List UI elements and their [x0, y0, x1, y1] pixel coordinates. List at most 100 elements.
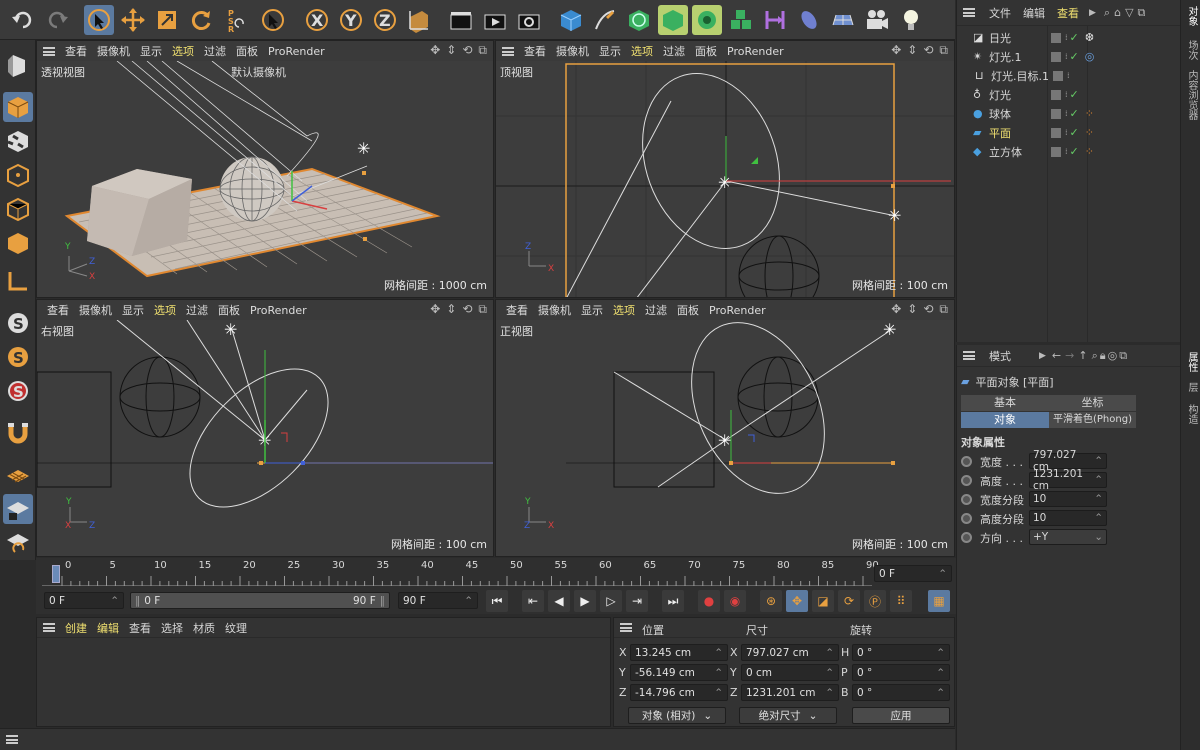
orbit-icon[interactable]: ⟲	[923, 302, 933, 317]
workplane-icon[interactable]	[3, 460, 33, 490]
viewport-menu-view[interactable]: 查看	[506, 302, 528, 318]
end-frame-field[interactable]: 90 F ⌃	[398, 592, 478, 609]
viewport-menu-options[interactable]: 选项	[154, 302, 176, 318]
animate-radio-icon[interactable]	[961, 532, 972, 543]
zoom-icon[interactable]: ⇕	[446, 43, 456, 58]
maximize-icon[interactable]: ⧉	[939, 43, 948, 58]
mograph-icon[interactable]	[726, 5, 756, 35]
size-field[interactable]: 1231.201 cm ⌃	[741, 684, 839, 701]
floor-icon[interactable]	[828, 5, 858, 35]
rotation-field[interactable]: 0 ° ⌃	[852, 664, 950, 681]
viewport-menu-prorender[interactable]: ProRender	[709, 304, 766, 317]
orbit-icon[interactable]: ⟲	[462, 43, 472, 58]
y-axis-icon[interactable]: Y	[336, 5, 366, 35]
lock-icon[interactable]: 🔒︎	[1100, 349, 1106, 363]
autokey-icon[interactable]: ◉	[724, 590, 746, 612]
viewport-menu-cameras[interactable]: 摄像机	[79, 302, 112, 318]
perspective-viewport[interactable]: 查看 摄像机 显示 选项 过滤 面板 ProRender ✥ ⇕ ⟲ ⧉ ✳ Y	[36, 40, 494, 298]
record-icon[interactable]: ●	[698, 590, 720, 612]
enabled-check-icon[interactable]: ✓	[1070, 31, 1079, 44]
viewport-menu-view[interactable]: 查看	[47, 302, 69, 318]
position-field[interactable]: -56.149 cm ⌃	[630, 664, 728, 681]
keyframe-selection-icon[interactable]: ⊛	[760, 590, 782, 612]
light-bulb-icon[interactable]	[896, 5, 926, 35]
front-viewport[interactable]: 查看 摄像机 显示 选项 过滤 面板 ProRender ✥ ⇕ ⟲ ⧉ ✳ ✳ Y …	[495, 299, 955, 557]
redo-icon[interactable]	[42, 5, 72, 35]
object-name[interactable]: 平面	[989, 125, 1047, 141]
goto-prev-key-icon[interactable]: ⇤	[522, 590, 544, 612]
snap-icon[interactable]: S	[3, 308, 33, 338]
size-field[interactable]: 797.027 cm ⌃	[741, 644, 839, 661]
viewport-menu-options[interactable]: 选项	[172, 43, 194, 59]
texture-mode-icon[interactable]	[3, 126, 33, 156]
object-menu-view[interactable]: 查看	[1057, 5, 1079, 21]
visibility-dots-icon[interactable]: ⁞	[1065, 109, 1068, 118]
back-arrow-icon[interactable]: ←	[1052, 349, 1061, 362]
tab-objects[interactable]: 对象	[1184, 6, 1199, 26]
rotate-icon[interactable]	[186, 5, 216, 35]
viewport-menu-panel[interactable]: 面板	[677, 302, 699, 318]
object-row[interactable]: ♁ 灯光 ⁞ ✓	[957, 85, 1181, 104]
menu-icon[interactable]	[620, 623, 632, 632]
object-row[interactable]: ⊔ 灯光.目标.1 ⁞	[957, 66, 1181, 85]
material-menu-select[interactable]: 选择	[161, 620, 183, 636]
menu-icon[interactable]	[6, 735, 18, 744]
enabled-check-icon[interactable]: ✓	[1070, 107, 1079, 120]
pan-icon[interactable]: ✥	[430, 302, 440, 317]
tab-basic[interactable]: 基本	[961, 395, 1049, 411]
object-row[interactable]: ◆ 立方体 ⁞ ✓ ⁘	[957, 142, 1181, 161]
material-menu-texture[interactable]: 纹理	[225, 620, 247, 636]
viewport-menu-view[interactable]: 查看	[524, 43, 546, 59]
animate-radio-icon[interactable]	[961, 456, 972, 467]
goto-start-icon[interactable]: ⏮	[486, 590, 508, 612]
play-icon[interactable]: ▶	[574, 590, 596, 612]
tab-layers[interactable]: 层	[1184, 382, 1199, 392]
maximize-icon[interactable]: ⧉	[478, 302, 487, 317]
viewport-menu-panel[interactable]: 面板	[695, 43, 717, 59]
current-frame-field[interactable]: 0 F ⌃	[874, 565, 952, 582]
viewport-menu-prorender[interactable]: ProRender	[250, 304, 307, 317]
menu-icon[interactable]	[43, 46, 55, 56]
viewport-menu-options[interactable]: 选项	[613, 302, 635, 318]
cloner-icon[interactable]	[692, 5, 722, 35]
object-menu-file[interactable]: 文件	[989, 5, 1011, 21]
menu-icon[interactable]	[963, 8, 975, 17]
zoom-icon[interactable]: ⇕	[907, 302, 917, 317]
locked-workplane-icon[interactable]	[3, 494, 33, 524]
pan-icon[interactable]: ✥	[891, 302, 901, 317]
home-icon[interactable]: ⌂	[1114, 6, 1121, 19]
make-editable-icon[interactable]	[3, 50, 33, 80]
object-name[interactable]: 立方体	[989, 144, 1047, 160]
menu-icon[interactable]	[502, 46, 514, 56]
layer-swatch-icon[interactable]	[1051, 146, 1061, 157]
rotation-field[interactable]: 0 ° ⌃	[852, 644, 950, 661]
visibility-dots-icon[interactable]: ⁞	[1067, 71, 1070, 80]
pen-spline-icon[interactable]	[590, 5, 620, 35]
search-icon[interactable]: ⌕	[1092, 349, 1098, 363]
object-name[interactable]: 日光	[989, 30, 1047, 46]
object-row[interactable]: ◪ 日光 ⁞ ✓ ❆	[957, 28, 1181, 47]
edges-mode-icon[interactable]	[3, 194, 33, 224]
next-frame-icon[interactable]: ▷	[600, 590, 622, 612]
tab-object[interactable]: 对象	[961, 412, 1049, 428]
visibility-dots-icon[interactable]: ⁞	[1065, 147, 1068, 156]
deformer-icon[interactable]	[760, 5, 790, 35]
live-selection-icon[interactable]	[84, 5, 114, 35]
maximize-icon[interactable]: ⧉	[478, 43, 487, 58]
timeline-ruler[interactable]: 0 5 10 15 20 25 30 35 40 45 50 55 60 65 70 75 80 85 90	[42, 560, 879, 586]
viewport-menu-filter[interactable]: 过滤	[645, 302, 667, 318]
playhead[interactable]	[52, 565, 60, 583]
z-axis-icon[interactable]: Z	[370, 5, 400, 35]
viewport-menu-filter[interactable]: 过滤	[186, 302, 208, 318]
filter-icon[interactable]: ▽	[1125, 6, 1133, 19]
attr-mode-menu[interactable]: 模式	[989, 348, 1011, 364]
right-viewport[interactable]: 查看 摄像机 显示 选项 过滤 面板 ProRender ✥ ⇕ ⟲ ⧉ ✳ ✳ Y …	[36, 299, 494, 557]
visibility-dots-icon[interactable]: ⁞	[1065, 128, 1068, 137]
position-field[interactable]: 13.245 cm ⌃	[630, 644, 728, 661]
viewport-menu-cameras[interactable]: 摄像机	[556, 43, 589, 59]
viewport-menu-prorender[interactable]: ProRender	[268, 45, 325, 58]
search-icon[interactable]: ⌕	[1104, 6, 1110, 20]
planar-workplane-icon[interactable]	[3, 528, 33, 558]
object-row[interactable]: ✴ 灯光.1 ⁞ ✓ ◎	[957, 47, 1181, 66]
viewport-menu-panel[interactable]: 面板	[218, 302, 240, 318]
